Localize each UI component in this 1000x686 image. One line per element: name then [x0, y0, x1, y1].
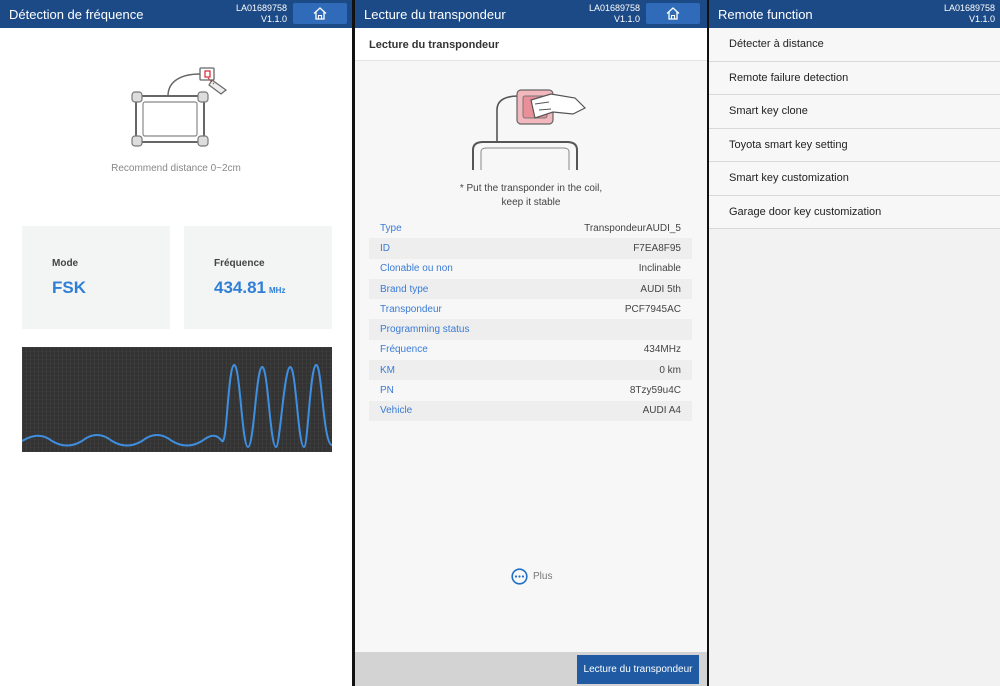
header-bar: Lecture du transpondeur LA01689758 V1.1.… — [355, 0, 707, 28]
row-key: Brand type — [380, 283, 429, 295]
row-key: Type — [380, 222, 402, 234]
section-header: Lecture du transpondeur — [355, 28, 707, 61]
page-title: Détection de fréquence — [9, 7, 144, 22]
row-value: AUDI 5th — [640, 283, 681, 295]
serial-number: LA01689758 — [944, 3, 996, 13]
home-icon — [313, 7, 327, 20]
device-info: LA01689758 V1.1.0 — [944, 3, 995, 25]
mode-value: FSK — [52, 278, 86, 297]
row-value: Inclinable — [638, 263, 681, 275]
more-button[interactable]: Plus — [511, 568, 552, 585]
transponder-info-table: Type TranspondeurAUDI_5 ID F7EA8F95 Clonab… — [369, 218, 692, 421]
table-row: KM 0 km — [369, 360, 692, 381]
table-row: PN 8Tzy59u4C — [369, 380, 692, 400]
signal-waveform — [22, 347, 332, 452]
row-value: 0 km — [659, 364, 681, 376]
device-info: LA01689758 V1.1.0 — [236, 3, 287, 25]
section-title: Lecture du transpondeur — [369, 39, 500, 51]
menu-item-remote-failure-detection[interactable]: Remote failure detection — [709, 61, 1000, 95]
row-value: AUDI A4 — [642, 405, 681, 417]
version: V1.1.0 — [261, 14, 288, 24]
table-row: ID F7EA8F95 — [369, 238, 692, 259]
bottom-toolbar: Lecture du transpondeur — [355, 652, 707, 686]
table-row: Transpondeur PCF7945AC — [369, 299, 692, 319]
more-dots-icon — [511, 568, 528, 585]
page-title: Remote function — [718, 7, 813, 22]
device-info: LA01689758 V1.1.0 — [589, 3, 640, 25]
menu-item-smart-key-customization[interactable]: Smart key customization — [709, 162, 1000, 196]
row-key: Vehicle — [380, 405, 413, 417]
row-key: KM — [380, 364, 395, 376]
home-button[interactable] — [293, 3, 347, 24]
tablet-sensor-illustration — [131, 67, 227, 147]
coil-transponder-illustration — [472, 89, 587, 170]
version: V1.1.0 — [969, 14, 996, 24]
table-row: Fréquence 434MHz — [369, 340, 692, 360]
row-key: Clonable ou non — [380, 263, 453, 275]
row-key: PN — [380, 385, 394, 397]
table-row: Clonable ou non Inclinable — [369, 259, 692, 279]
header-bar: Remote function LA01689758 V1.1.0 — [709, 0, 1000, 28]
frequency-value-wrap: 434.81 MHz — [214, 278, 285, 298]
instruction-line-1: * Put the transponder in the coil, — [459, 183, 603, 194]
home-icon — [666, 7, 680, 20]
row-value: F7EA8F95 — [633, 242, 681, 254]
menu-item-remote-detection[interactable]: Détecter à distance — [709, 28, 1000, 62]
table-row: Vehicle AUDI A4 — [369, 400, 692, 421]
frequency-label: Fréquence — [214, 258, 265, 269]
row-key: Transpondeur — [380, 303, 442, 315]
page-title: Lecture du transpondeur — [364, 7, 506, 22]
mode-label: Mode — [52, 258, 79, 269]
version: V1.1.0 — [614, 14, 641, 24]
table-row: Type TranspondeurAUDI_5 — [369, 218, 692, 238]
row-key: ID — [380, 242, 390, 254]
frequency-card: Fréquence 434.81 MHz — [184, 226, 332, 329]
serial-number: LA01689758 — [589, 3, 641, 13]
row-value: 434MHz — [643, 344, 681, 356]
instruction-line-2: keep it stable — [501, 197, 561, 208]
menu-item-garage-door-key[interactable]: Garage door key customization — [709, 195, 1000, 229]
table-row: Brand type AUDI 5th — [369, 278, 692, 300]
home-button[interactable] — [646, 3, 700, 24]
transponder-reading-panel: Lecture du transpondeur LA01689758 V1.1.… — [355, 0, 707, 686]
row-value: PCF7945AC — [624, 303, 681, 315]
header-bar: Détection de fréquence LA01689758 V1.1.0 — [0, 0, 352, 28]
placement-instruction: * Put the transponder in the coil, keep … — [355, 182, 707, 210]
row-key: Programming status — [380, 324, 470, 336]
table-row: Programming status — [369, 319, 692, 340]
row-value: 8Tzy59u4C — [629, 385, 681, 397]
frequency-value: 434.81 — [214, 278, 266, 297]
more-label: Plus — [533, 571, 553, 582]
frequency-unit: MHz — [269, 286, 286, 295]
read-transponder-button[interactable]: Lecture du transpondeur — [577, 655, 699, 684]
distance-hint: Recommend distance 0~2cm — [111, 163, 241, 174]
remote-function-panel: Remote function LA01689758 V1.1.0 Détect… — [709, 0, 1000, 686]
frequency-detection-panel: Détection de fréquence LA01689758 V1.1.0… — [0, 0, 352, 686]
menu-item-toyota-smart-key-setting[interactable]: Toyota smart key setting — [709, 128, 1000, 162]
serial-number: LA01689758 — [236, 3, 288, 13]
row-key: Fréquence — [380, 344, 428, 356]
row-value: TranspondeurAUDI_5 — [584, 222, 681, 234]
remote-function-menu: Détecter à distance Remote failure detec… — [709, 28, 1000, 229]
mode-card: Mode FSK — [22, 226, 170, 329]
menu-item-smart-key-clone[interactable]: Smart key clone — [709, 95, 1000, 129]
